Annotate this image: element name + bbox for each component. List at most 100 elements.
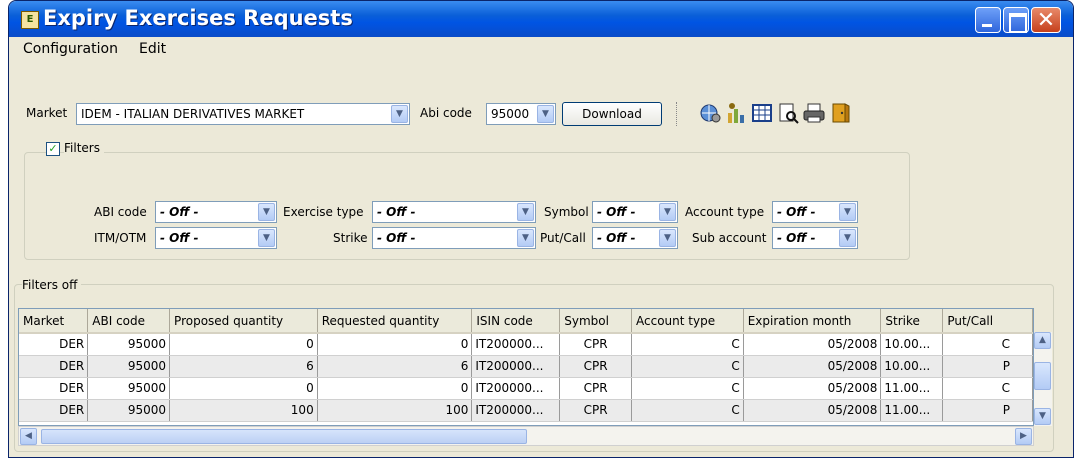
column-header-proposed-quantity[interactable]: Proposed quantity xyxy=(169,309,318,334)
scroll-left-button[interactable]: ◀ xyxy=(20,428,37,445)
cell-isin-code[interactable]: IT200000... xyxy=(471,377,561,400)
column-header-expiration-month[interactable]: Expiration month xyxy=(743,309,882,334)
cell-account-type[interactable]: C xyxy=(631,377,744,400)
download-button[interactable]: Download xyxy=(562,102,662,126)
scroll-right-button[interactable]: ▶ xyxy=(1015,428,1032,445)
column-header-strike[interactable]: Strike xyxy=(880,309,944,334)
exit-door-icon[interactable] xyxy=(828,101,852,125)
table-row[interactable]: DER 95000 0 0 IT200000... CPR C 05/2008 … xyxy=(19,333,1033,356)
cell-expiration-month[interactable]: 05/2008 xyxy=(743,333,882,356)
cell-isin-code[interactable]: IT200000... xyxy=(471,355,561,378)
cell-abi-code[interactable]: 95000 xyxy=(87,399,171,422)
chevron-down-icon[interactable] xyxy=(391,105,408,123)
maximize-button[interactable] xyxy=(1003,7,1029,33)
cell-strike[interactable]: 11.00... xyxy=(880,377,944,400)
cell-expiration-month[interactable]: 05/2008 xyxy=(743,355,882,378)
chevron-down-icon[interactable] xyxy=(258,229,275,247)
menu-edit[interactable]: Edit xyxy=(139,41,166,57)
filter-put-call-label: Put/Call xyxy=(540,231,586,245)
key-chart-icon[interactable] xyxy=(724,101,748,125)
cell-abi-code[interactable]: 95000 xyxy=(87,333,171,356)
cell-isin-code[interactable]: IT200000... xyxy=(471,399,561,422)
cell-requested-quantity[interactable]: 6 xyxy=(317,355,473,378)
check-icon: ✓ xyxy=(48,142,58,155)
cell-expiration-month[interactable]: 05/2008 xyxy=(743,399,882,422)
cell-market[interactable]: DER xyxy=(19,333,89,356)
chevron-down-icon[interactable] xyxy=(517,229,534,247)
cell-account-type[interactable]: C xyxy=(631,333,744,356)
table-row[interactable]: DER 95000 6 6 IT200000... CPR C 05/2008 … xyxy=(19,355,1033,378)
chevron-down-icon[interactable] xyxy=(517,203,534,221)
filter-account-type-select[interactable]: - Off - xyxy=(772,201,858,223)
cell-requested-quantity[interactable]: 0 xyxy=(317,377,473,400)
filter-symbol-select[interactable]: - Off - xyxy=(592,201,678,223)
filter-put-call-select[interactable]: - Off - xyxy=(592,227,678,249)
cell-proposed-quantity[interactable]: 0 xyxy=(169,377,318,400)
cell-put-call[interactable]: C xyxy=(942,333,1033,356)
cell-strike[interactable]: 11.00... xyxy=(880,399,944,422)
cell-abi-code[interactable]: 95000 xyxy=(87,355,171,378)
horizontal-scrollbar[interactable]: ◀ ▶ xyxy=(18,426,1034,446)
cell-proposed-quantity[interactable]: 0 xyxy=(169,333,318,356)
results-table-container[interactable]: Market ABI code Proposed quantity Reques… xyxy=(18,308,1034,426)
column-header-market[interactable]: Market xyxy=(19,309,89,334)
cell-market[interactable]: DER xyxy=(19,355,89,378)
cell-put-call[interactable]: P xyxy=(942,355,1033,378)
title-bar[interactable]: E Expiry Exercises Requests ✕ xyxy=(9,1,1073,37)
chevron-down-icon[interactable] xyxy=(659,203,676,221)
cell-account-type[interactable]: C xyxy=(631,355,744,378)
printer-icon[interactable] xyxy=(802,101,826,125)
chevron-down-icon[interactable] xyxy=(839,203,856,221)
cell-market[interactable]: DER xyxy=(19,399,89,422)
chevron-down-icon[interactable] xyxy=(659,229,676,247)
filter-itm-otm-select[interactable]: - Off - xyxy=(155,227,277,249)
cell-put-call[interactable]: C xyxy=(942,377,1033,400)
cell-symbol[interactable]: CPR xyxy=(559,377,632,400)
minimize-button[interactable] xyxy=(975,7,1001,33)
cell-abi-code[interactable]: 95000 xyxy=(87,377,171,400)
cell-requested-quantity[interactable]: 0 xyxy=(317,333,473,356)
filter-strike-select[interactable]: - Off - xyxy=(372,227,536,249)
column-header-abi-code[interactable]: ABI code xyxy=(87,309,171,334)
cell-account-type[interactable]: C xyxy=(631,399,744,422)
column-header-requested-quantity[interactable]: Requested quantity xyxy=(317,309,473,334)
cell-isin-code[interactable]: IT200000... xyxy=(471,333,561,356)
vertical-scrollbar[interactable]: ▲ ▼ xyxy=(1034,332,1052,426)
filter-sub-account-select[interactable]: - Off - xyxy=(772,227,858,249)
table-icon[interactable] xyxy=(750,101,774,125)
cell-symbol[interactable]: CPR xyxy=(559,333,632,356)
cell-symbol[interactable]: CPR xyxy=(559,399,632,422)
cell-strike[interactable]: 10.00... xyxy=(880,333,944,356)
column-header-put-call[interactable]: Put/Call xyxy=(942,309,1033,334)
scroll-thumb[interactable] xyxy=(1034,362,1051,390)
horizontal-scroll-thumb[interactable] xyxy=(41,429,527,444)
globe-gear-icon[interactable] xyxy=(698,101,722,125)
column-header-symbol[interactable]: Symbol xyxy=(559,309,632,334)
market-select[interactable]: IDEM - ITALIAN DERIVATIVES MARKET xyxy=(76,103,410,125)
chevron-down-icon[interactable] xyxy=(537,105,554,123)
scroll-down-button[interactable]: ▼ xyxy=(1034,408,1051,425)
column-header-isin-code[interactable]: ISIN code xyxy=(471,309,561,334)
chevron-down-icon[interactable] xyxy=(258,203,275,221)
cell-proposed-quantity[interactable]: 6 xyxy=(169,355,318,378)
column-header-account-type[interactable]: Account type xyxy=(631,309,744,334)
menu-configuration[interactable]: Configuration xyxy=(23,41,118,57)
cell-strike[interactable]: 10.00... xyxy=(880,355,944,378)
filter-abi-code-select[interactable]: - Off - xyxy=(155,201,277,223)
filters-checkbox[interactable]: ✓ xyxy=(46,142,60,156)
filter-exercise-type-label: Exercise type xyxy=(283,205,364,219)
cell-requested-quantity[interactable]: 100 xyxy=(317,399,473,422)
abi-code-select[interactable]: 95000 xyxy=(486,103,556,125)
scroll-up-button[interactable]: ▲ xyxy=(1034,332,1051,349)
cell-put-call[interactable]: P xyxy=(942,399,1033,422)
cell-expiration-month[interactable]: 05/2008 xyxy=(743,377,882,400)
table-row[interactable]: DER 95000 0 0 IT200000... CPR C 05/2008 … xyxy=(19,377,1033,400)
close-button[interactable]: ✕ xyxy=(1031,7,1061,33)
print-preview-icon[interactable] xyxy=(776,101,800,125)
chevron-down-icon[interactable] xyxy=(839,229,856,247)
cell-proposed-quantity[interactable]: 100 xyxy=(169,399,318,422)
filter-exercise-type-select[interactable]: - Off - xyxy=(372,201,536,223)
cell-market[interactable]: DER xyxy=(19,377,89,400)
cell-symbol[interactable]: CPR xyxy=(559,355,632,378)
table-row[interactable]: DER 95000 100 100 IT200000... CPR C 05/2… xyxy=(19,399,1033,422)
